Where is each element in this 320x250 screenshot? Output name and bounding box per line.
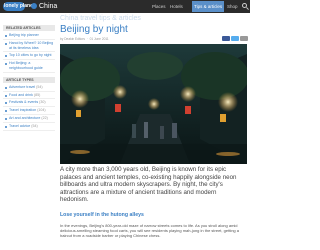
top-bar: lonely planet China Places Hotels Tips &… — [0, 0, 250, 13]
location-globe-icon — [31, 3, 37, 9]
sidebar-heading-types: ARTICLE TYPES — [3, 76, 55, 83]
article-author[interactable]: by Deakin Editors — [60, 37, 85, 41]
article-hero-image — [60, 44, 247, 164]
nav-hotels[interactable]: Hotels — [170, 1, 183, 12]
twitter-share-icon[interactable] — [231, 36, 239, 41]
article-date: 01 June 2011 — [89, 37, 109, 41]
sidebar-item-related-3[interactable]: Top 10 cities to go by night — [3, 52, 55, 61]
sidebar-item-related-1[interactable]: Beijing trip planner — [3, 32, 55, 40]
sidebar-item-type-adventure[interactable]: Adventure travel (54) — [3, 84, 55, 92]
sidebar-item-type-inspiration[interactable]: Travel inspiration (104) — [3, 107, 55, 115]
nav-tips-articles[interactable]: Tips & articles — [192, 1, 225, 12]
email-share-icon[interactable] — [240, 36, 248, 41]
facebook-share-icon[interactable] — [222, 36, 230, 41]
search-icon[interactable] — [241, 2, 249, 11]
sidebar-item-type-food[interactable]: Food and drink (85) — [3, 92, 55, 100]
logo-text: lonely planet — [4, 3, 35, 9]
sidebar-item-type-advice[interactable]: Travel advice (54) — [3, 123, 55, 131]
sidebar-item-type-festivals[interactable]: Festivals & events (30) — [3, 99, 55, 108]
location-title[interactable]: China — [39, 2, 57, 11]
nav-shop[interactable]: Shop — [227, 1, 238, 12]
sidebar-item-type-art[interactable]: Art and architecture (22) — [3, 115, 55, 123]
article-byline: by Deakin Editors · 01 June 2011 — [60, 37, 109, 41]
nav-places[interactable]: Places — [152, 1, 166, 12]
breadcrumb[interactable]: China travel tips & articles — [60, 14, 141, 23]
night-street-photo — [60, 44, 247, 164]
sidebar-item-related-4[interactable]: Hot Beijing: a neighbourhood guide — [3, 60, 55, 73]
article-body: In the evenings, Beijing's 800-year-old … — [60, 223, 239, 238]
article-subhead: Lose yourself in the hutong alleys — [60, 212, 144, 218]
sidebar-item-related-2[interactable]: Hanoi by Wheel? 10 Beijing at its timele… — [3, 40, 55, 53]
sidebar: RELATED ARTICLES Beijing trip planner Ha… — [3, 25, 55, 131]
page-title: Beijing by night — [60, 24, 128, 35]
lonely-planet-logo[interactable]: lonely planet — [3, 2, 35, 11]
article-lead: A city more than 3,000 years old, Beijin… — [60, 166, 237, 204]
sidebar-heading-related: RELATED ARTICLES — [3, 25, 55, 31]
